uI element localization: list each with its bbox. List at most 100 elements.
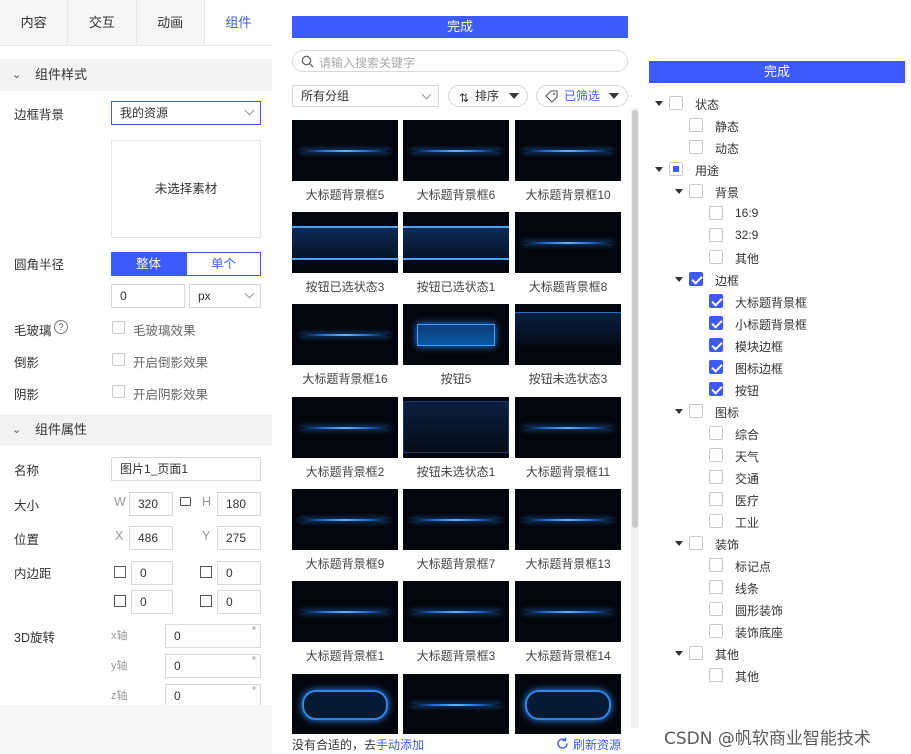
resource-thumbnail[interactable] — [292, 397, 398, 458]
tree-checkbox-border[interactable] — [689, 272, 703, 286]
glass-checkbox[interactable] — [112, 321, 125, 334]
padding-bottom-input[interactable]: 0 — [217, 561, 261, 585]
padding-top-input[interactable]: 0 — [131, 561, 173, 585]
resource-thumbnail[interactable] — [403, 212, 509, 273]
resource-thumbnail[interactable] — [515, 397, 621, 458]
tree-label-medical[interactable]: 医疗 — [735, 492, 759, 509]
tree-checkbox-traffic[interactable] — [709, 470, 723, 484]
lock-icon[interactable] — [180, 497, 191, 506]
tree-checkbox-r169[interactable] — [709, 206, 723, 220]
tree-label-border[interactable]: 边框 — [715, 272, 739, 289]
tree-checkbox-weather[interactable] — [709, 448, 723, 462]
tree-expand-caret-icon[interactable] — [675, 409, 683, 414]
tree-expand-caret-icon[interactable] — [655, 101, 663, 106]
refresh-icon[interactable] — [556, 737, 569, 750]
radius-single-button[interactable]: 单个 — [186, 252, 261, 276]
tree-expand-caret-icon[interactable] — [675, 189, 683, 194]
resource-thumbnail[interactable] — [403, 581, 509, 642]
tab-component[interactable]: 组件 — [204, 0, 272, 45]
tree-checkbox-icon[interactable] — [689, 404, 703, 418]
tree-expand-caret-icon[interactable] — [675, 541, 683, 546]
tree-checkbox-marker[interactable] — [709, 558, 723, 572]
scrollbar-thumb[interactable] — [632, 110, 638, 528]
resource-thumbnail[interactable] — [292, 489, 398, 550]
tree-label-icon_border[interactable]: 图标边框 — [735, 360, 783, 377]
tree-checkbox-medical[interactable] — [709, 492, 723, 506]
tree-checkbox-round[interactable] — [709, 602, 723, 616]
resource-thumbnail[interactable] — [403, 120, 509, 181]
tree-expand-caret-icon[interactable] — [675, 277, 683, 282]
tree-label-round[interactable]: 圆形装饰 — [735, 602, 783, 619]
padding-left-input[interactable]: 0 — [131, 590, 173, 614]
tree-label-module[interactable]: 模块边框 — [735, 338, 783, 355]
rotate-x-input[interactable]: 0 — [165, 624, 261, 648]
search-input[interactable]: 请输入搜索关键字 — [292, 50, 628, 72]
tree-expand-caret-icon[interactable] — [675, 651, 683, 656]
tree-checkbox-static[interactable] — [689, 118, 703, 132]
tree-checkbox-other1[interactable] — [709, 250, 723, 264]
resource-thumbnail[interactable] — [292, 304, 398, 365]
y-input[interactable]: 275 — [217, 526, 261, 550]
tree-checkbox-small_title[interactable] — [709, 316, 723, 330]
tree-label-background[interactable]: 背景 — [715, 184, 739, 201]
height-input[interactable]: 180 — [217, 492, 261, 516]
tree-checkbox-general[interactable] — [709, 426, 723, 440]
reflect-checkbox[interactable] — [112, 353, 125, 366]
tree-label-static[interactable]: 静态 — [715, 118, 739, 135]
tree-checkbox-button[interactable] — [709, 382, 723, 396]
resource-thumbnail[interactable] — [403, 489, 509, 550]
tree-checkbox-lines[interactable] — [709, 580, 723, 594]
material-preview[interactable]: 未选择素材 — [111, 140, 261, 238]
tab-animation[interactable]: 动画 — [137, 0, 205, 45]
resource-thumbnail[interactable] — [403, 304, 509, 365]
tree-label-r329[interactable]: 32:9 — [735, 228, 758, 242]
tab-content[interactable]: 内容 — [0, 0, 69, 45]
tree-checkbox-background[interactable] — [689, 184, 703, 198]
tree-label-dynamic[interactable]: 动态 — [715, 140, 739, 157]
tree-label-usage[interactable]: 用途 — [695, 162, 719, 179]
padding-right-input[interactable]: 0 — [217, 590, 261, 614]
section-component-attr[interactable]: ⌄ 组件属性 — [0, 414, 272, 446]
tree-label-other2[interactable]: 其他 — [735, 668, 759, 685]
tree-label-industry[interactable]: 工业 — [735, 514, 759, 531]
tree-checkbox-decor[interactable] — [689, 536, 703, 550]
tree-checkbox-usage[interactable] — [669, 162, 683, 176]
width-input[interactable]: 320 — [129, 492, 173, 516]
refresh-resources-link[interactable]: 刷新资源 — [573, 736, 621, 753]
resource-thumbnail[interactable] — [515, 674, 621, 734]
tree-checkbox-big_title[interactable] — [709, 294, 723, 308]
tree-label-base[interactable]: 装饰底座 — [735, 624, 783, 641]
resource-thumbnail[interactable] — [515, 120, 621, 181]
tree-label-other[interactable]: 其他 — [715, 646, 739, 663]
rotate-y-input[interactable]: 0 — [165, 654, 261, 678]
tree-label-traffic[interactable]: 交通 — [735, 470, 759, 487]
tree-checkbox-other2[interactable] — [709, 668, 723, 682]
tree-expand-caret-icon[interactable] — [655, 167, 663, 172]
resource-thumbnail[interactable] — [515, 304, 621, 365]
border-bg-select[interactable]: 我的资源 — [111, 101, 261, 125]
tree-checkbox-industry[interactable] — [709, 514, 723, 528]
tree-label-general[interactable]: 综合 — [735, 426, 759, 443]
help-icon[interactable]: ? — [54, 320, 68, 334]
tree-checkbox-r329[interactable] — [709, 228, 723, 242]
tree-label-big_title[interactable]: 大标题背景框 — [735, 294, 807, 311]
tree-label-small_title[interactable]: 小标题背景框 — [735, 316, 807, 333]
tree-label-other1[interactable]: 其他 — [735, 250, 759, 267]
tree-checkbox-other[interactable] — [689, 646, 703, 660]
name-input[interactable]: 图片1_页面1 — [111, 457, 261, 481]
tree-checkbox-dynamic[interactable] — [689, 140, 703, 154]
resource-thumbnail[interactable] — [292, 212, 398, 273]
tree-label-marker[interactable]: 标记点 — [735, 558, 771, 575]
shadow-checkbox[interactable] — [112, 385, 125, 398]
radius-unit-select[interactable]: px — [189, 284, 261, 308]
resource-thumbnail[interactable] — [515, 581, 621, 642]
resource-thumbnail[interactable] — [515, 489, 621, 550]
tree-label-decor[interactable]: 装饰 — [715, 536, 739, 553]
tab-interaction[interactable]: 交互 — [68, 0, 137, 45]
tree-label-weather[interactable]: 天气 — [735, 448, 759, 465]
resource-thumbnail[interactable] — [403, 674, 509, 734]
section-component-style[interactable]: ⌄ 组件样式 — [0, 59, 272, 91]
tree-label-status[interactable]: 状态 — [695, 96, 719, 113]
x-input[interactable]: 486 — [129, 526, 173, 550]
group-select[interactable]: 所有分组 — [292, 85, 439, 107]
